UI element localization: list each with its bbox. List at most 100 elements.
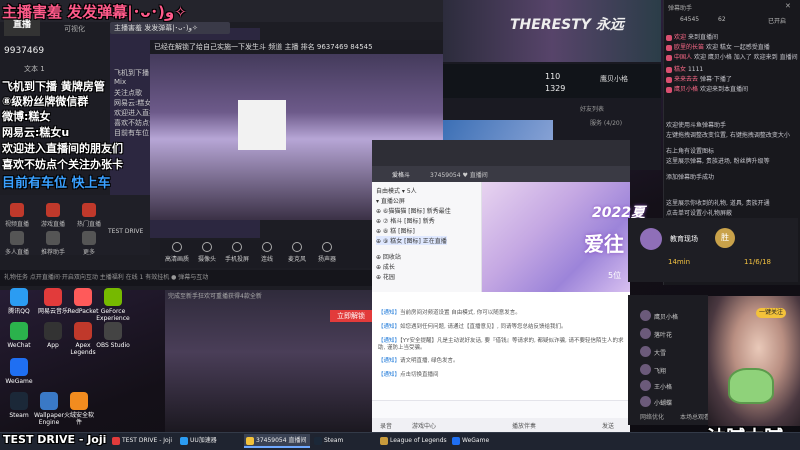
unlock-button[interactable]: 立即解锁	[330, 310, 372, 322]
chat-message: 糕女 1111	[666, 66, 798, 74]
desktop-icon-wegame[interactable]: WeGame	[2, 358, 36, 385]
player-name[interactable]: 鹰贝小格	[600, 74, 628, 84]
msg-text: 如您遇到任何问题, 请通过【直播意见】, 同请等您总结反馈给我们。	[400, 324, 567, 330]
close-icon[interactable]: ✕	[785, 2, 791, 10]
chat-user[interactable]: 欧里的长笛	[674, 44, 704, 51]
badge-icon	[666, 54, 672, 61]
rank-row[interactable]: 王小格	[640, 380, 700, 394]
rank-row[interactable]: 飞翔	[640, 364, 700, 378]
desktop-icon-app[interactable]: App	[36, 322, 70, 349]
overlay-line: 微博:糕女	[2, 110, 51, 123]
btn-phone-cast[interactable]: 手机投屏	[224, 242, 250, 263]
game-center-button[interactable]: 游戏中心	[412, 421, 436, 430]
steam-icon	[10, 392, 28, 410]
avatar	[640, 310, 651, 321]
rank-row[interactable]: 小蝴蝶	[640, 396, 700, 410]
taskbar-item-music[interactable]: TEST DRIVE - Joji	[110, 434, 176, 448]
tree-item[interactable]: 自由模式 ▾ 5人	[376, 186, 417, 195]
total-views-link[interactable]: 本场总观看	[680, 412, 710, 421]
badge-icon	[666, 66, 672, 73]
scene-title[interactable]: 主播害羞 发发弹幕|･ᴗ･)و✧	[110, 22, 230, 34]
rank-row[interactable]: 大雪	[640, 346, 700, 360]
tool-game-live[interactable]: 游戏直播	[38, 203, 68, 228]
yy-title-bar	[372, 166, 630, 182]
tool-label: 视频直播	[4, 221, 29, 228]
btool-label: 扬声器	[317, 256, 336, 263]
chat-user[interactable]: 糕女	[674, 66, 686, 73]
taskbar-item-wegame[interactable]: WeGame	[450, 434, 506, 448]
tool-more[interactable]: 更多	[74, 231, 104, 256]
tree-item-selected[interactable]: ⊕ ⑨ 糕女 [图标] 正在直播	[376, 236, 447, 245]
desktop-icon-wallpaper[interactable]: Wallpaper Engine	[32, 392, 66, 426]
send-button[interactable]: 发送	[602, 421, 614, 430]
desktop-icon-redpacket[interactable]: RedPacket	[66, 288, 100, 315]
rank-row[interactable]: 鹰贝小格	[640, 310, 700, 324]
tree-item[interactable]: ⊕ 花园	[376, 272, 395, 281]
rank-row[interactable]: 落叶花	[640, 328, 700, 342]
desktop-icon-geforce[interactable]: GeForce Experience	[96, 288, 130, 322]
hd-icon	[172, 242, 182, 252]
tool-assistant[interactable]: 推荐助手	[38, 231, 68, 256]
tree-item[interactable]: ⊕ ⑥猫猫猫 [图标] 新秀最佳	[376, 206, 451, 215]
yy-input-bar[interactable]	[372, 400, 630, 418]
desktop-icon-steam[interactable]: Steam	[2, 392, 36, 419]
yy-message: 【通知】点击切换直播间	[378, 372, 626, 379]
chat-user[interactable]: 欢迎	[674, 34, 686, 41]
tree-item[interactable]: ⊕ ⑧ 糕 [图标]	[376, 226, 415, 235]
overlay-car-line: 目前有车位 快上车	[2, 176, 111, 191]
msg-text: 当前房间对频道设置 自由模式, 你可以随意发言。	[400, 310, 521, 316]
btool-label: 手机投屏	[224, 256, 249, 263]
badge-icon	[666, 44, 672, 51]
desktop-icon-apex[interactable]: Apex Legends	[66, 322, 100, 356]
btn-quality[interactable]: 高清画质	[164, 242, 190, 263]
taskbar-item-yy[interactable]: 37459054 直播间	[244, 434, 310, 448]
tree-item[interactable]: ⊕ 成长	[376, 262, 395, 271]
text-source-label[interactable]: 文本 1	[24, 64, 45, 74]
gamepad-icon	[46, 203, 60, 217]
tree-item[interactable]: ⊕ 回收站	[376, 252, 401, 261]
wechat-icon	[10, 322, 28, 340]
desktop-icon-qq[interactable]: 腾讯QQ	[2, 288, 36, 315]
friends-list-label[interactable]: 好友列表	[580, 104, 604, 113]
badge-icon	[666, 76, 672, 83]
accompaniment-button[interactable]: 播放伴奏	[512, 421, 536, 430]
tree-item[interactable]: ▾ 直播公屏	[376, 196, 405, 205]
chat-user[interactable]: 中国人	[674, 54, 692, 61]
record-button[interactable]: 录音	[380, 421, 392, 430]
network-optimize-link[interactable]: 网络优化	[640, 412, 664, 421]
msg-tag: 【通知】	[378, 358, 401, 364]
icon-label: 腾讯QQ	[8, 308, 30, 315]
msg-text: 【YY安全提醒】凡是主动说好友话, 要『借钱』等请求的, 都疑似诈骗, 请不要轻…	[378, 338, 624, 351]
tool-hot-live[interactable]: 热门直播	[74, 203, 104, 228]
taskbar-item-lol[interactable]: League of Legends	[378, 434, 448, 448]
chat-user[interactable]: 来来去去	[674, 76, 698, 83]
yy-channel-tree: 自由模式 ▾ 5人 ▾ 直播公屏 ⊕ ⑥猫猫猫 [图标] 新秀最佳 ⊕ ⑦ 格斗…	[372, 182, 482, 292]
now-playing: TEST DRIVE - Joji	[3, 433, 107, 446]
tree-item[interactable]: ⊕ ⑦ 格斗 [图标] 新秀	[376, 216, 435, 225]
btn-connect[interactable]: 连线	[254, 242, 280, 263]
btn-speaker[interactable]: 扬声器	[314, 242, 340, 263]
users-icon	[10, 231, 24, 245]
frog-plush	[728, 368, 774, 404]
tool-multi-live[interactable]: 多人直播	[2, 231, 32, 256]
desktop-icon-obs[interactable]: OBS Studio	[96, 322, 130, 349]
phone-icon	[232, 242, 242, 252]
follow-button[interactable]: 一键关注	[756, 308, 786, 318]
chat-message: 欢迎 来到直播间	[666, 34, 798, 42]
btn-mic[interactable]: 麦克风	[284, 242, 310, 263]
desktop-icon-huorong[interactable]: 火绒安全软件	[62, 392, 96, 426]
msg-tag: 【通知】	[378, 372, 401, 378]
btn-camera[interactable]: 摄像头	[194, 242, 220, 263]
camera-icon	[202, 242, 212, 252]
banner-sub: 5位	[608, 271, 622, 280]
chat-user[interactable]: 鹰贝小格	[674, 86, 698, 93]
desktop-icon-netease[interactable]: 网易云音乐	[36, 288, 70, 315]
more-icon	[82, 231, 96, 245]
desktop-icon-wechat[interactable]: WeChat	[2, 322, 36, 349]
nav-label[interactable]: 可视化	[64, 24, 85, 34]
game-banner-text: THERESTY 永远	[510, 17, 624, 33]
stage-header: 已经在解锁了给自己实施一下发生斗 频道 主播 排名 9637469 84545	[150, 40, 445, 54]
tool-video-live[interactable]: 视频直播	[2, 203, 32, 228]
taskbar-item-uu[interactable]: UU加速器	[178, 434, 240, 448]
taskbar-item-steam[interactable]: Steam	[312, 434, 374, 448]
